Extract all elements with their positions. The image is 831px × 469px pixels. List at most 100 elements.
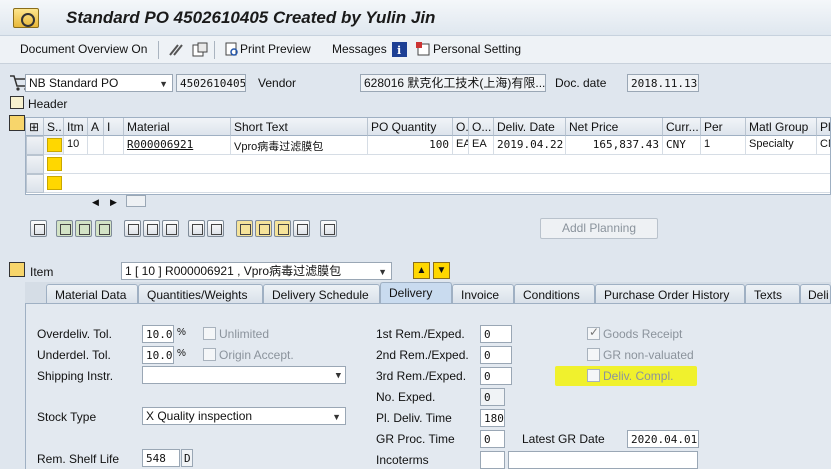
document-overview-button[interactable]: Document Overview On bbox=[20, 42, 147, 56]
incoterms-location-field[interactable] bbox=[508, 451, 698, 469]
col-header-plant[interactable]: Pl bbox=[817, 118, 830, 136]
tab-delivery-schedule[interactable]: Delivery Schedule bbox=[263, 284, 380, 304]
table-cell-acct[interactable] bbox=[88, 136, 104, 155]
item-detail-icon[interactable] bbox=[9, 262, 25, 277]
app-menu-icon[interactable] bbox=[13, 8, 39, 28]
table-cell-po-quantity[interactable]: 100 bbox=[368, 136, 453, 155]
second-rem-field[interactable]: 0 bbox=[480, 346, 512, 364]
table-config-icon[interactable]: ⊞ bbox=[26, 118, 44, 136]
personal-setting-button[interactable]: Personal Setting bbox=[433, 42, 521, 56]
table-row-empty[interactable] bbox=[44, 174, 830, 193]
filter-delete-button[interactable] bbox=[293, 220, 310, 237]
scroll-right-icon[interactable]: ▶ bbox=[110, 197, 122, 207]
print-preview-button[interactable]: Print Preview bbox=[240, 42, 311, 56]
table-cell-net-price[interactable]: 165,837.43 bbox=[566, 136, 663, 155]
table-cell-plant[interactable]: CN bbox=[817, 136, 830, 155]
other-po-icon[interactable] bbox=[192, 42, 208, 58]
default-values-button[interactable] bbox=[320, 220, 337, 237]
filter-button[interactable] bbox=[274, 220, 291, 237]
tab-texts[interactable]: Texts bbox=[745, 284, 800, 304]
table-cell-matl-group[interactable]: Specialty bbox=[746, 136, 817, 155]
item-select[interactable]: 1 [ 10 ] R000006921 , Vpro病毒过滤膜包 bbox=[121, 262, 392, 280]
po-type-select[interactable]: NB Standard PO bbox=[25, 74, 173, 92]
po-type-value: NB Standard PO bbox=[29, 76, 119, 90]
header-expand-icon[interactable] bbox=[10, 96, 24, 109]
tab-delivery-address[interactable]: Deli bbox=[800, 284, 831, 304]
sort-desc-button[interactable] bbox=[255, 220, 272, 237]
addl-planning-button[interactable]: Addl Planning bbox=[540, 218, 658, 239]
details-button[interactable] bbox=[30, 220, 47, 237]
horizontal-scrollbar[interactable] bbox=[126, 195, 146, 207]
col-header-short-text[interactable]: Short Text bbox=[231, 118, 368, 136]
table-cell-per[interactable]: 1 bbox=[701, 136, 746, 155]
tab-quantities-weights[interactable]: Quantities/Weights bbox=[138, 284, 263, 304]
table-cell-oun[interactable]: EA bbox=[453, 136, 469, 155]
table-row-empty[interactable] bbox=[44, 155, 830, 174]
col-header-po-quantity[interactable]: PO Quantity bbox=[368, 118, 453, 136]
col-header-matl-group[interactable]: Matl Group bbox=[746, 118, 817, 136]
scroll-left-icon[interactable]: ◀ bbox=[92, 197, 104, 207]
overdeliv-tol-label: Overdeliv. Tol. bbox=[37, 327, 112, 341]
unlock-button[interactable] bbox=[162, 220, 179, 237]
stock-type-select[interactable]: X Quality inspection bbox=[142, 407, 346, 425]
rem-shelf-life-field[interactable]: 548 bbox=[142, 449, 180, 467]
unlimited-checkbox[interactable] bbox=[203, 327, 216, 340]
col-header-per[interactable]: Per bbox=[701, 118, 746, 136]
incoterms-field[interactable] bbox=[480, 451, 505, 469]
tab-po-history[interactable]: Purchase Order History bbox=[595, 284, 745, 304]
deselect-all-button[interactable] bbox=[75, 220, 92, 237]
tab-conditions[interactable]: Conditions bbox=[514, 284, 595, 304]
col-header-item-cat[interactable]: I bbox=[104, 118, 124, 136]
display-change-icon[interactable] bbox=[168, 43, 184, 57]
next-item-button[interactable]: ▼ bbox=[433, 262, 450, 279]
deliv-compl-checkbox[interactable] bbox=[587, 369, 600, 382]
row-selector[interactable] bbox=[26, 136, 44, 155]
table-cell-item[interactable]: 10 bbox=[64, 136, 88, 155]
sort-asc-button[interactable] bbox=[236, 220, 253, 237]
tab-delivery[interactable]: Delivery bbox=[380, 282, 452, 304]
underdel-tol-field[interactable]: 10.0 bbox=[142, 346, 174, 364]
col-header-item[interactable]: Itm bbox=[64, 118, 88, 136]
third-rem-field[interactable]: 0 bbox=[480, 367, 512, 385]
col-header-material[interactable]: Material bbox=[124, 118, 231, 136]
goods-receipt-label: Goods Receipt bbox=[603, 327, 683, 341]
col-header-oun[interactable]: O. bbox=[453, 118, 469, 136]
col-header-acct[interactable]: A bbox=[88, 118, 104, 136]
table-cell-opu[interactable]: EA bbox=[469, 136, 494, 155]
table-cell-short-text[interactable]: Vpro病毒过滤膜包 bbox=[231, 136, 368, 155]
paste-button[interactable] bbox=[207, 220, 224, 237]
col-header-status[interactable]: S.. bbox=[44, 118, 64, 136]
select-all-button[interactable] bbox=[56, 220, 73, 237]
personal-setting-icon[interactable] bbox=[416, 42, 432, 57]
gr-non-valuated-checkbox[interactable] bbox=[587, 348, 600, 361]
copy-button[interactable] bbox=[188, 220, 205, 237]
table-cell-deliv-date[interactable]: 2019.04.22 bbox=[494, 136, 566, 155]
col-header-currency[interactable]: Curr... bbox=[663, 118, 701, 136]
info-icon[interactable]: i bbox=[392, 42, 407, 57]
col-header-net-price[interactable]: Net Price bbox=[566, 118, 663, 136]
row-selector[interactable] bbox=[26, 155, 44, 174]
goods-receipt-checkbox[interactable] bbox=[587, 325, 600, 340]
overdeliv-tol-field[interactable]: 10.0 bbox=[142, 325, 174, 343]
origin-accept-checkbox[interactable] bbox=[203, 348, 216, 361]
first-rem-field[interactable]: 0 bbox=[480, 325, 512, 343]
table-cell-item-cat[interactable] bbox=[104, 136, 124, 155]
item-overview-icon[interactable] bbox=[9, 115, 25, 131]
pl-deliv-time-field[interactable]: 180 bbox=[480, 409, 505, 427]
latest-gr-date-field[interactable]: 2020.04.01 bbox=[627, 430, 699, 448]
table-cell-currency[interactable]: CNY bbox=[663, 136, 701, 155]
messages-button[interactable]: Messages bbox=[332, 42, 387, 56]
lock-button[interactable] bbox=[143, 220, 160, 237]
col-header-opu[interactable]: O... bbox=[469, 118, 494, 136]
row-selector[interactable] bbox=[26, 174, 44, 193]
tab-invoice[interactable]: Invoice bbox=[452, 284, 514, 304]
gr-proc-time-field[interactable]: 0 bbox=[480, 430, 505, 448]
col-header-deliv-date[interactable]: Deliv. Date bbox=[494, 118, 566, 136]
select-block-button[interactable] bbox=[95, 220, 112, 237]
shipping-instr-select[interactable] bbox=[142, 366, 346, 384]
print-preview-icon[interactable] bbox=[225, 42, 239, 57]
delete-button[interactable] bbox=[124, 220, 141, 237]
previous-item-button[interactable]: ▲ bbox=[413, 262, 430, 279]
table-cell-material[interactable]: R000006921 bbox=[124, 136, 231, 155]
tab-material-data[interactable]: Material Data bbox=[46, 284, 138, 304]
